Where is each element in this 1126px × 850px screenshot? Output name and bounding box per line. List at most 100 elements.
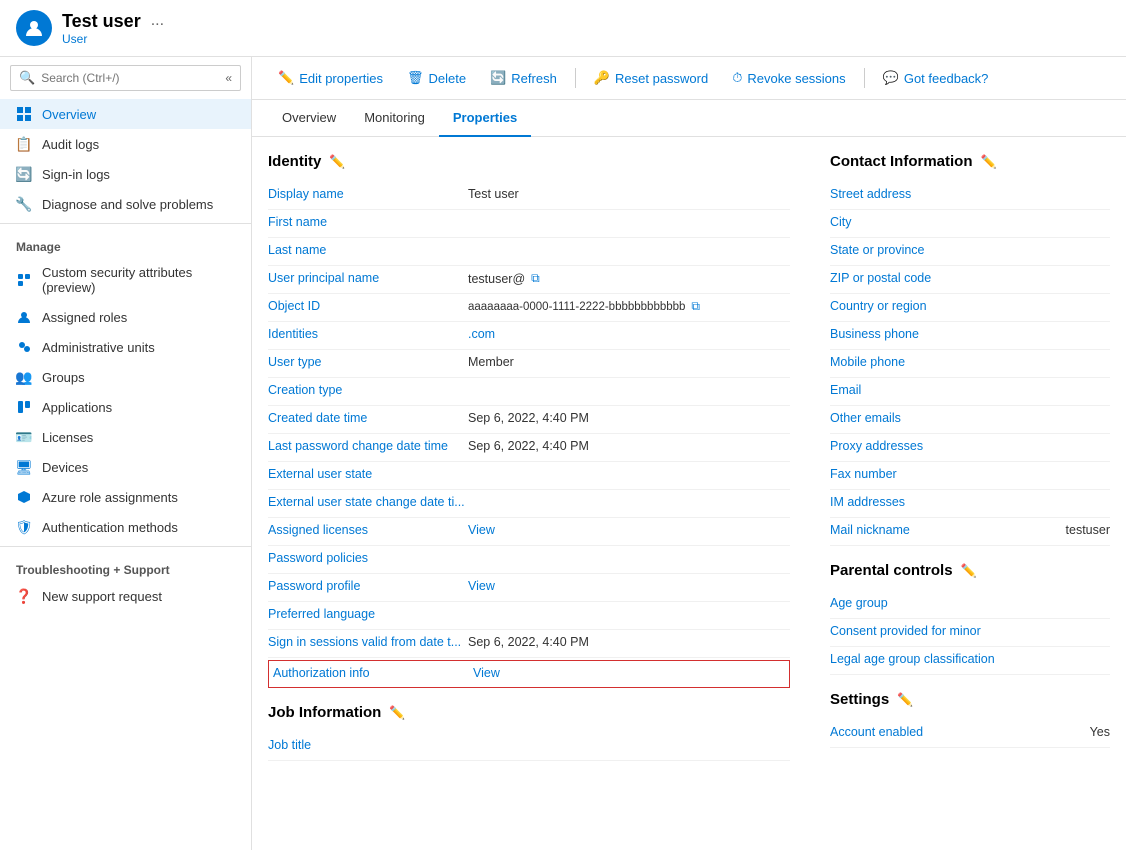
sidebar-item-custom-security[interactable]: Custom security attributes (preview) bbox=[0, 258, 251, 302]
auth-methods-icon: 🛡 bbox=[16, 519, 32, 535]
identity-edit-icon[interactable]: ✏️ bbox=[329, 154, 345, 170]
contact-edit-icon[interactable]: ✏️ bbox=[981, 154, 997, 170]
sidebar: 🔍 « Overview 📋 Audit logs 🔄 Sign-in logs… bbox=[0, 57, 252, 850]
contact-city: City bbox=[830, 210, 1110, 238]
more-button[interactable]: ... bbox=[151, 12, 164, 30]
user-avatar bbox=[16, 10, 52, 46]
revoke-sessions-button[interactable]: ⏱ Revoke sessions bbox=[722, 65, 855, 91]
contact-other-emails: Other emails bbox=[830, 406, 1110, 434]
sidebar-item-groups[interactable]: 👥 Groups bbox=[0, 362, 251, 392]
prop-pw-profile: Password profile View bbox=[268, 574, 790, 602]
prop-assigned-licenses: Assigned licenses View bbox=[268, 518, 790, 546]
contact-fax: Fax number bbox=[830, 462, 1110, 490]
settings-title: Settings bbox=[830, 691, 889, 708]
separator-2 bbox=[864, 68, 865, 88]
tab-overview[interactable]: Overview bbox=[268, 100, 350, 137]
sidebar-item-overview[interactable]: Overview bbox=[0, 99, 251, 129]
password-profile-link[interactable]: View bbox=[468, 579, 495, 593]
parental-age-group: Age group bbox=[830, 591, 1110, 619]
sidebar-label-new-support: New support request bbox=[42, 589, 162, 604]
support-icon: ❓ bbox=[16, 588, 32, 604]
assigned-licenses-link[interactable]: View bbox=[468, 523, 495, 537]
licenses-icon: 🪪 bbox=[16, 429, 32, 445]
tab-bar: Overview Monitoring Properties bbox=[252, 100, 1126, 137]
settings-header: Settings ✏️ bbox=[830, 691, 1110, 708]
main-content: ✏️ Edit properties 🗑 Delete 🔄 Refresh 🔑 … bbox=[252, 57, 1126, 850]
parental-consent: Consent provided for minor bbox=[830, 619, 1110, 647]
job-info-edit-icon[interactable]: ✏️ bbox=[389, 705, 405, 721]
sidebar-label-audit-logs: Audit logs bbox=[42, 137, 99, 152]
prop-object-id: Object ID aaaaaaaa-0000-1111-2222-bbbbbb… bbox=[268, 294, 790, 322]
contact-country: Country or region bbox=[830, 294, 1110, 322]
prop-last-name: Last name bbox=[268, 238, 790, 266]
reset-password-button[interactable]: 🔑 Reset password bbox=[584, 65, 718, 91]
sidebar-label-devices: Devices bbox=[42, 460, 88, 475]
sidebar-item-licenses[interactable]: 🪪 Licenses bbox=[0, 422, 251, 452]
sidebar-item-signin-logs[interactable]: 🔄 Sign-in logs bbox=[0, 159, 251, 189]
sidebar-item-audit-logs[interactable]: 📋 Audit logs bbox=[0, 129, 251, 159]
contact-business-phone: Business phone bbox=[830, 322, 1110, 350]
sidebar-item-admin-units[interactable]: Administrative units bbox=[0, 332, 251, 362]
search-icon: 🔍 bbox=[19, 70, 35, 86]
toolbar: ✏️ Edit properties 🗑 Delete 🔄 Refresh 🔑 … bbox=[252, 57, 1126, 100]
search-box[interactable]: 🔍 « bbox=[10, 65, 241, 91]
azure-roles-icon bbox=[16, 489, 32, 505]
sidebar-item-diagnose[interactable]: 🔧 Diagnose and solve problems bbox=[0, 189, 251, 219]
sidebar-label-admin-units: Administrative units bbox=[42, 340, 155, 355]
sidebar-label-assigned-roles: Assigned roles bbox=[42, 310, 127, 325]
contact-mail-nickname: Mail nickname testuser bbox=[830, 518, 1110, 546]
job-info-header: Job Information ✏️ bbox=[268, 704, 790, 721]
properties-panel: Identity ✏️ Display name Test user First… bbox=[252, 137, 1126, 850]
refresh-icon: 🔄 bbox=[490, 70, 506, 86]
prop-pw-policies: Password policies bbox=[268, 546, 790, 574]
sidebar-label-auth-methods: Authentication methods bbox=[42, 520, 178, 535]
sidebar-label-signin-logs: Sign-in logs bbox=[42, 167, 110, 182]
audit-logs-icon: 📋 bbox=[16, 136, 32, 152]
sidebar-item-auth-methods[interactable]: 🛡 Authentication methods bbox=[0, 512, 251, 542]
assigned-roles-icon bbox=[16, 309, 32, 325]
left-column: Identity ✏️ Display name Test user First… bbox=[268, 153, 790, 834]
sidebar-item-assigned-roles[interactable]: Assigned roles bbox=[0, 302, 251, 332]
tab-properties[interactable]: Properties bbox=[439, 100, 531, 137]
sidebar-item-new-support[interactable]: ❓ New support request bbox=[0, 581, 251, 611]
copy-upn-icon[interactable]: ⧉ bbox=[531, 271, 540, 286]
job-info-title: Job Information bbox=[268, 704, 381, 721]
contact-email: Email bbox=[830, 378, 1110, 406]
feedback-icon: 💬 bbox=[883, 70, 899, 86]
sidebar-label-azure-roles: Azure role assignments bbox=[42, 490, 178, 505]
edit-icon: ✏️ bbox=[278, 70, 294, 86]
prop-signin-sessions: Sign in sessions valid from date t... Se… bbox=[268, 630, 790, 658]
signin-logs-icon: 🔄 bbox=[16, 166, 32, 182]
delete-button[interactable]: 🗑 Delete bbox=[397, 65, 476, 91]
collapse-icon[interactable]: « bbox=[225, 71, 232, 85]
contact-street: Street address bbox=[830, 182, 1110, 210]
sidebar-item-applications[interactable]: Applications bbox=[0, 392, 251, 422]
user-title: Test user bbox=[62, 11, 141, 32]
settings-edit-icon[interactable]: ✏️ bbox=[897, 692, 913, 708]
parental-controls-edit-icon[interactable]: ✏️ bbox=[961, 563, 977, 579]
search-input[interactable] bbox=[41, 71, 219, 85]
prop-external-state-change: External user state change date ti... bbox=[268, 490, 790, 518]
refresh-button[interactable]: 🔄 Refresh bbox=[480, 65, 567, 91]
contact-title: Contact Information bbox=[830, 153, 973, 170]
edit-properties-button[interactable]: ✏️ Edit properties bbox=[268, 65, 393, 91]
copy-objectid-icon[interactable]: ⧉ bbox=[691, 299, 700, 314]
user-info: Test user ... User bbox=[62, 11, 164, 46]
sidebar-label-licenses: Licenses bbox=[42, 430, 93, 445]
identity-header: Identity ✏️ bbox=[268, 153, 790, 170]
authorization-info-link[interactable]: View bbox=[473, 666, 500, 680]
manage-section-label: Manage bbox=[0, 228, 251, 258]
admin-units-icon bbox=[16, 339, 32, 355]
page-header: Test user ... User bbox=[0, 0, 1126, 57]
identities-link[interactable]: .com bbox=[468, 327, 495, 341]
prop-job-title: Job title bbox=[268, 733, 790, 761]
prop-identities: Identities .com bbox=[268, 322, 790, 350]
tab-monitoring[interactable]: Monitoring bbox=[350, 100, 439, 137]
devices-icon: 🖥 bbox=[16, 459, 32, 475]
parental-legal-age: Legal age group classification bbox=[830, 647, 1110, 675]
settings-account-enabled: Account enabled Yes bbox=[830, 720, 1110, 748]
sidebar-item-azure-roles[interactable]: Azure role assignments bbox=[0, 482, 251, 512]
right-column: Contact Information ✏️ Street address Ci… bbox=[830, 153, 1110, 834]
sidebar-item-devices[interactable]: 🖥 Devices bbox=[0, 452, 251, 482]
feedback-button[interactable]: 💬 Got feedback? bbox=[873, 65, 999, 91]
